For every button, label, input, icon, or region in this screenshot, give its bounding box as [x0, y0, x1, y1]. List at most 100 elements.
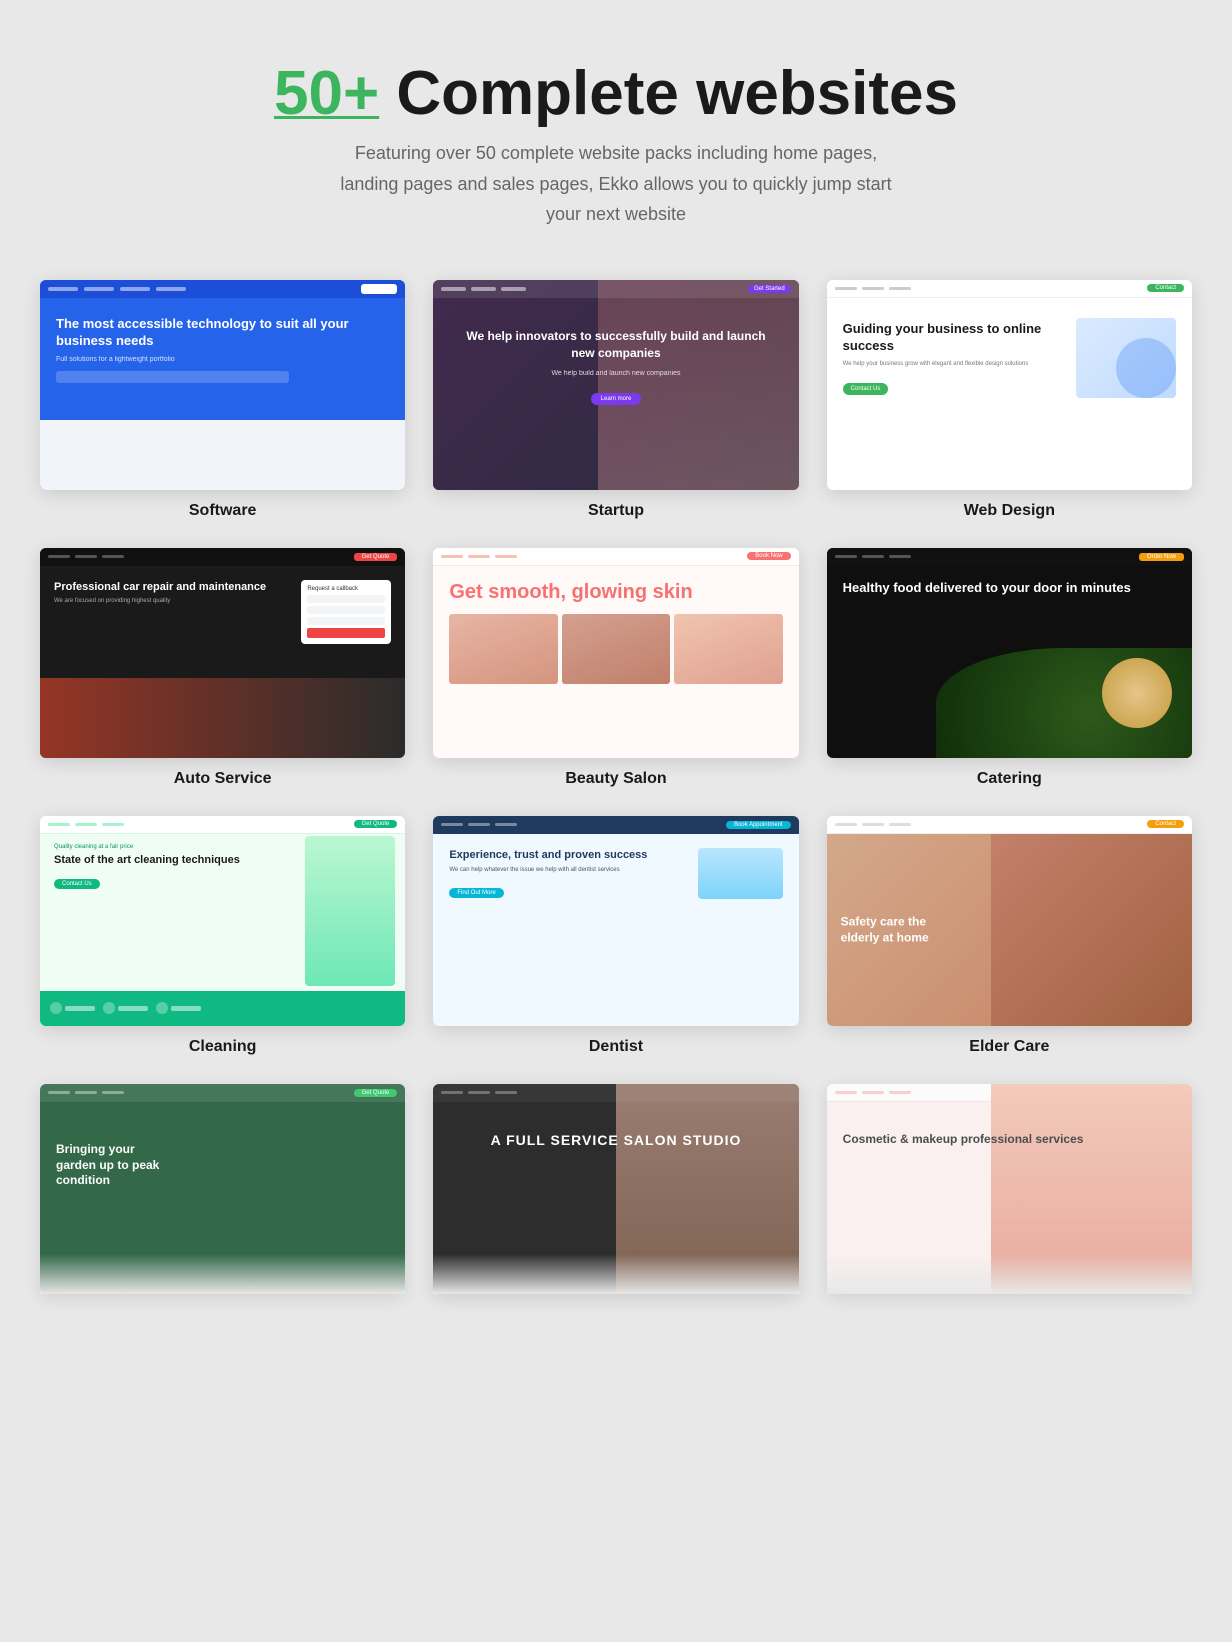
preview-heading: A FULL SERVICE SALON STUDIO	[449, 1132, 782, 1149]
nav-btn: Order Now	[1139, 553, 1184, 561]
form-title: Request a callback	[307, 586, 385, 592]
preview-heading: Safety care the elderly at home	[841, 914, 961, 945]
preview-auto[interactable]: Get Quote Professional car repair and ma…	[40, 548, 405, 758]
footer-icon	[156, 1002, 168, 1014]
preview-heading: Get smooth, glowing skin	[449, 580, 782, 604]
nav-bar: Contact	[827, 280, 1192, 298]
callback-form: Request a callback	[301, 580, 391, 644]
nav-item	[889, 823, 911, 826]
cta-btn: Contact Us	[843, 383, 889, 395]
card-label: Catering	[977, 770, 1042, 788]
nav-bar: Order Now	[827, 548, 1192, 566]
preview-beauty[interactable]: Book Now Get smooth, glowing skin	[433, 548, 798, 758]
preview-cleaning[interactable]: Get Quote Quality cleaning at a fair pri…	[40, 816, 405, 1026]
preview-body: We are focused on providing highest qual…	[54, 598, 291, 604]
card-label: Startup	[588, 502, 644, 520]
nav-btn: Book Appointment	[726, 821, 791, 829]
people-image	[991, 834, 1192, 1026]
hero-content: Experience, trust and proven success We …	[433, 834, 798, 913]
nav-bar: Get Quote	[40, 816, 405, 834]
footer-icon	[50, 1002, 62, 1014]
nav-item	[468, 1091, 490, 1094]
nav-item	[835, 823, 857, 826]
nav-btn: Get Quote	[354, 1089, 398, 1097]
nav-item	[441, 555, 463, 558]
card-label: Elder Care	[969, 1038, 1049, 1056]
website-grid: The most accessible technology to suit a…	[40, 280, 1192, 1294]
hero-section: 50+ Complete websites Featuring over 50 …	[40, 60, 1192, 230]
form-field	[307, 617, 385, 625]
nav-item	[441, 287, 466, 291]
footer-text	[118, 1006, 148, 1011]
card-cleaning[interactable]: Get Quote Quality cleaning at a fair pri…	[40, 816, 405, 1056]
hero-content: Professional car repair and maintenance …	[40, 566, 405, 658]
nav-btn: Get Quote	[354, 820, 398, 828]
nav-item	[48, 287, 78, 291]
hero-content: Guiding your business to online success …	[827, 298, 1192, 418]
card-label: Beauty Salon	[565, 770, 666, 788]
food-circle	[1102, 658, 1172, 728]
nav-bar: Contact	[827, 816, 1192, 834]
nav-btn: Get Quote	[354, 553, 398, 561]
preview-heading: We help innovators to successfully build…	[453, 328, 778, 362]
card-software[interactable]: The most accessible technology to suit a…	[40, 280, 405, 520]
preview-catering[interactable]: Order Now Healthy food delivered to your…	[827, 548, 1192, 758]
nav-bar	[433, 1084, 798, 1102]
card-catering[interactable]: Order Now Healthy food delivered to your…	[827, 548, 1192, 788]
form-field	[307, 595, 385, 603]
footer-item	[156, 1002, 201, 1014]
preview-heading: Bringing your garden up to peak conditio…	[56, 1142, 176, 1189]
card-auto[interactable]: Get Quote Professional car repair and ma…	[40, 548, 405, 788]
photo-strip	[449, 614, 782, 684]
nav-bar: Get Quote	[40, 1084, 405, 1102]
card-startup[interactable]: Get Started We help innovators to succes…	[433, 280, 798, 520]
preview-heading: Experience, trust and proven success	[449, 848, 687, 862]
hero-image	[1076, 318, 1176, 398]
form-field	[307, 606, 385, 614]
nav-item	[75, 555, 97, 558]
preview-eldercare[interactable]: Contact Safety care the elderly at home	[827, 816, 1192, 1026]
card-beauty[interactable]: Book Now Get smooth, glowing skin Beauty…	[433, 548, 798, 788]
hero-content: Get smooth, glowing skin	[433, 566, 798, 698]
preview-dentist[interactable]: Book Appointment Experience, trust and p…	[433, 816, 798, 1026]
nav-item	[862, 555, 884, 558]
preview-heading: Professional car repair and maintenance	[54, 580, 291, 594]
preview-salon[interactable]: A FULL SERVICE SALON STUDIO	[433, 1084, 798, 1294]
preview-body: We can help whatever the issue we help w…	[449, 866, 687, 874]
nav-item	[468, 823, 490, 826]
card-makeup[interactable]: Shop Now Cosmetic & makeup professional …	[827, 1084, 1192, 1294]
card-label: Dentist	[589, 1038, 643, 1056]
preview-makeup[interactable]: Shop Now Cosmetic & makeup professional …	[827, 1084, 1192, 1294]
card-garden[interactable]: Get Quote Bringing your garden up to pea…	[40, 1084, 405, 1294]
nav-item	[862, 1091, 884, 1094]
nav-item	[468, 555, 490, 558]
nav-bar: Book Now	[433, 548, 798, 566]
nav-item	[501, 287, 526, 291]
preview-body: We help build and launch new companies	[453, 370, 778, 377]
card-label: Web Design	[964, 502, 1055, 520]
footer-icon	[103, 1002, 115, 1014]
hero-content: We help innovators to successfully build…	[433, 298, 798, 415]
card-dentist[interactable]: Book Appointment Experience, trust and p…	[433, 816, 798, 1056]
footer-item	[103, 1002, 148, 1014]
preview-startup[interactable]: Get Started We help innovators to succes…	[433, 280, 798, 490]
preview-webdesign[interactable]: Contact Guiding your business to online …	[827, 280, 1192, 490]
nav-btn: Book Now	[747, 552, 790, 560]
nav-item	[889, 287, 911, 290]
nav-item	[48, 555, 70, 558]
bottom-section	[40, 420, 405, 490]
footer-text	[171, 1006, 201, 1011]
face-img	[674, 614, 782, 684]
search-bar	[56, 371, 289, 383]
preview-garden[interactable]: Get Quote Bringing your garden up to pea…	[40, 1084, 405, 1294]
nav-badge: Get Started	[748, 285, 791, 293]
card-webdesign[interactable]: Contact Guiding your business to online …	[827, 280, 1192, 520]
card-eldercare[interactable]: Contact Safety care the elderly at home …	[827, 816, 1192, 1056]
nav-item	[75, 823, 97, 826]
preview-software[interactable]: The most accessible technology to suit a…	[40, 280, 405, 490]
card-salon[interactable]: A FULL SERVICE SALON STUDIO	[433, 1084, 798, 1294]
footer-text	[65, 1006, 95, 1011]
text-side: Guiding your business to online success …	[843, 321, 1064, 394]
footer-item	[50, 1002, 95, 1014]
preview-body: We help your business grow with elegant …	[843, 360, 1064, 368]
